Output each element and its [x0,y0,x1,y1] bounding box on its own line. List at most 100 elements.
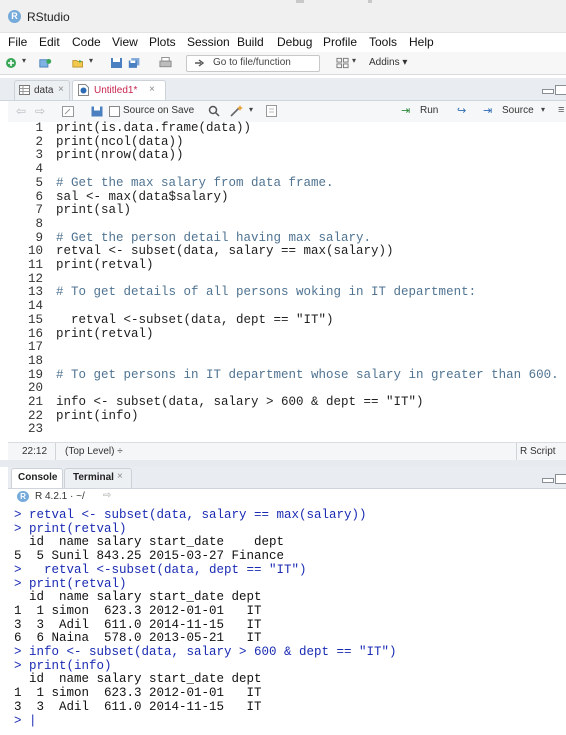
line-number: 14 [27,299,43,314]
go-to-file-function-input[interactable]: Go to file/function [186,55,320,72]
close-icon[interactable]: × [58,84,64,95]
run-button[interactable]: ⇥ Run [401,104,449,118]
tab-data-label: data [34,85,54,96]
code-line[interactable]: print(is.data.frame(data)) [56,121,251,136]
tab-terminal[interactable]: Terminal × [64,468,132,488]
addins-menu[interactable]: Addins ▾ [369,57,407,68]
go-to-directory-icon[interactable]: ⇨ [103,490,111,501]
console-input-line: > | [14,713,37,728]
code-line[interactable]: print(info) [56,409,139,424]
file-type-selector[interactable]: R Script [520,446,556,457]
code-line[interactable]: print(retval) [56,327,154,342]
save-all-icon[interactable] [128,57,141,69]
close-icon[interactable]: × [117,471,123,482]
menu-help[interactable]: Help [409,35,434,49]
menu-code[interactable]: Code [72,35,101,49]
scope-selector[interactable]: (Top Level) ÷ [65,446,123,457]
code-tools-dropdown-icon[interactable]: ▾ [249,105,253,114]
line-number: 5 [35,175,43,190]
compile-report-icon[interactable] [266,105,277,117]
go-to-arrow-icon [195,59,205,67]
new-project-icon[interactable] [39,57,52,69]
line-number: 1 [35,121,43,135]
line-number: 20 [27,381,43,396]
line-number: 4 [35,162,43,177]
line-number: 21 [27,395,43,409]
code-line[interactable]: sal <- max(data$salary) [56,190,229,205]
minimize-pane-icon[interactable] [542,478,554,483]
tab-untitled1[interactable]: Untitled1* × [72,80,166,100]
open-file-dropdown-icon[interactable]: ▾ [89,56,93,65]
code-line[interactable]: print(retval) [56,258,154,273]
menu-session[interactable]: Session [187,35,230,49]
code-comment-line[interactable]: # To get details of all persons woking i… [56,286,476,300]
maximize-pane-icon[interactable] [555,85,566,95]
source-label: Source [502,105,534,116]
save-icon[interactable] [91,106,103,117]
show-in-window-icon[interactable] [62,106,74,117]
console-input-line: > print(retval) [14,576,127,591]
rerun-icon[interactable]: ↪ [457,104,466,117]
line-number: 2 [35,134,43,149]
console-output-line: id name salary start_date dept [14,535,285,550]
addins-dropdown-icon: ▾ [402,57,408,68]
code-editor[interactable]: 1 print(is.data.frame(data)) 2 print(ncol(d… [8,121,566,442]
line-number: 7 [35,203,43,218]
maximize-pane-icon[interactable] [555,474,566,484]
source-on-save-label: Source on Save [123,105,195,116]
code-line[interactable]: print(ncol(data)) [56,135,184,150]
menu-edit[interactable]: Edit [39,35,60,49]
source-on-save-checkbox[interactable] [109,106,120,117]
line-number: 17 [27,340,43,355]
new-file-icon[interactable] [5,57,18,69]
magic-wand-icon[interactable] [230,104,244,117]
new-file-dropdown-icon[interactable]: ▾ [22,56,26,65]
status-divider [55,443,56,460]
menu-file[interactable]: File [8,35,27,49]
code-line[interactable]: print(sal) [56,203,131,218]
code-line[interactable]: info <- subset(data, salary > 600 & dept… [56,395,424,410]
minimize-pane-icon[interactable] [542,89,554,94]
code-line[interactable]: print(nrow(data)) [56,149,184,163]
pane-splitter[interactable] [0,460,566,467]
editor-status-bar: 22:12 (Top Level) ÷ R Script [8,442,566,460]
editor-toolbar: ⇦ ⇨ Source on Save ▾ ⇥ Run ↪ ⇥ Source ▾ … [8,101,566,123]
menu-profile[interactable]: Profile [323,35,357,49]
code-comment-line[interactable]: # Get the max salary from data frame. [56,176,334,191]
forward-arrow-icon[interactable]: ⇨ [35,104,45,118]
code-line[interactable]: retval <- subset(data, salary == max(sal… [56,245,394,259]
menu-plots[interactable]: Plots [149,35,176,49]
print-icon[interactable] [159,57,172,69]
console-header: R R 4.2.1 · ~/ ⇨ [8,489,566,505]
back-arrow-icon[interactable]: ⇦ [16,104,26,118]
window-edge-decoration [368,0,372,3]
menu-view[interactable]: View [112,35,138,49]
search-icon[interactable] [208,105,220,117]
workspace-panes-icon[interactable] [336,57,349,69]
line-number: 18 [27,353,43,368]
code-comment-line[interactable]: # To get persons in IT department whose … [56,368,559,383]
menu-tools[interactable]: Tools [369,35,397,49]
menu-build[interactable]: Build [237,35,264,49]
console-output-line: 6 6 Naina 578.0 2013-05-21 IT [14,631,262,646]
tab-console[interactable]: Console [11,468,63,488]
open-file-icon[interactable] [72,57,85,69]
tab-console-label: Console [18,472,58,483]
source-dropdown-icon: ▾ [541,105,546,114]
outline-icon[interactable]: ≡ [558,104,564,116]
panes-dropdown-icon[interactable]: ▾ [352,56,356,65]
save-icon[interactable] [110,57,123,69]
console-input-line: > info <- subset(data, salary > 600 & de… [14,645,397,659]
console-output-line: id name salary start_date dept [14,672,262,687]
tab-untitled1-label: Untitled1* [94,85,138,96]
line-number: 10 [27,244,43,259]
close-icon[interactable]: × [149,84,155,95]
line-number: 12 [27,271,43,286]
tab-data[interactable]: data × [14,80,70,100]
menu-debug[interactable]: Debug [277,35,312,49]
console-output[interactable]: > retval <- subset(data, salary == max(s… [8,505,566,735]
source-button[interactable]: ⇥ Source ▾ [483,104,551,118]
console-output-line: 1 1 simon 623.3 2012-01-01 IT [14,603,262,618]
code-comment-line[interactable]: # Get the person detail having max salar… [56,231,371,246]
code-line[interactable]: retval <-subset(data, dept == "IT") [56,313,334,328]
